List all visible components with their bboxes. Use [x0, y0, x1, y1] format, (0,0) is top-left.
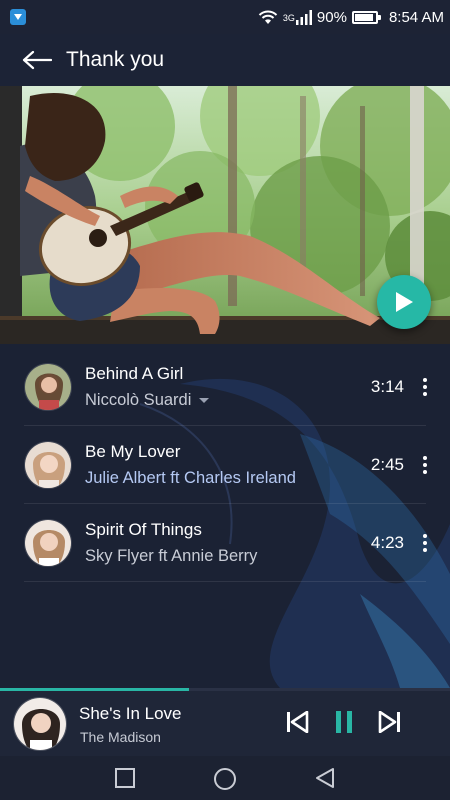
- more-vertical-icon[interactable]: [414, 450, 436, 480]
- pause-icon: [336, 711, 352, 733]
- track-thumbnail: [24, 441, 72, 489]
- battery-percent: 90%: [316, 8, 347, 26]
- more-vertical-icon[interactable]: [414, 528, 436, 558]
- wifi-icon: [258, 9, 278, 25]
- track-artist: Julie Albert ft Charles Ireland: [85, 469, 296, 487]
- system-nav-bar: [0, 756, 450, 800]
- play-icon: [396, 292, 413, 312]
- back-arrow-icon[interactable]: [20, 43, 54, 77]
- signal-icon: [295, 9, 312, 25]
- skip-next-icon: [378, 711, 400, 733]
- app-header: Thank you: [0, 34, 450, 86]
- play-button[interactable]: [377, 275, 431, 329]
- track-duration: 2:45: [370, 455, 404, 474]
- track-duration: 3:14: [370, 377, 404, 396]
- track-item[interactable]: Be My Lover Julie Albert ft Charles Irel…: [24, 427, 436, 503]
- track-artist: Sky Flyer ft Annie Berry: [85, 547, 258, 565]
- track-artist-name: Niccolò Suardi: [85, 391, 192, 409]
- divider: [24, 581, 426, 582]
- track-title: Spirit Of Things: [85, 520, 202, 539]
- network-type-label: 3G: [282, 12, 295, 23]
- battery-level: [354, 13, 373, 21]
- triangle-back-icon[interactable]: [314, 767, 336, 789]
- divider: [24, 425, 426, 426]
- skip-next-button[interactable]: [376, 708, 404, 736]
- app-notification-icon: [10, 9, 26, 25]
- more-vertical-icon[interactable]: [414, 372, 436, 402]
- progress-bar[interactable]: [0, 688, 450, 691]
- now-playing-bar[interactable]: She's In Love The Madison: [0, 688, 450, 756]
- circle-icon[interactable]: [213, 767, 236, 790]
- clock: 8:54 AM: [388, 8, 444, 26]
- track-title: Be My Lover: [85, 442, 181, 461]
- now-playing-artist: The Madison: [80, 729, 161, 745]
- skip-previous-icon: [287, 711, 309, 733]
- now-playing-title: She's In Love: [79, 704, 182, 723]
- track-item[interactable]: Spirit Of Things Sky Flyer ft Annie Berr…: [24, 505, 436, 581]
- track-thumbnail: [24, 519, 72, 567]
- pause-button[interactable]: [330, 708, 358, 736]
- track-duration: 4:23: [370, 533, 404, 552]
- status-indicators: 3G 90% 8:54 AM: [258, 9, 444, 26]
- now-playing-thumbnail: [13, 697, 67, 751]
- divider: [24, 503, 426, 504]
- progress-fill: [0, 688, 189, 691]
- dropdown-caret-icon: [199, 397, 210, 403]
- status-bar: 3G 90% 8:54 AM: [0, 0, 450, 34]
- square-icon[interactable]: [114, 767, 136, 789]
- page-title: Thank you: [66, 48, 165, 71]
- track-thumbnail: [24, 363, 72, 411]
- track-list: Behind A Girl Niccolò Suardi 3:14 Be My …: [0, 344, 450, 688]
- skip-previous-button[interactable]: [283, 708, 311, 736]
- track-title: Behind A Girl: [85, 364, 184, 383]
- battery-icon: [351, 10, 381, 24]
- track-artist: Niccolò Suardi: [85, 389, 368, 411]
- track-item[interactable]: Behind A Girl Niccolò Suardi 3:14: [24, 349, 436, 425]
